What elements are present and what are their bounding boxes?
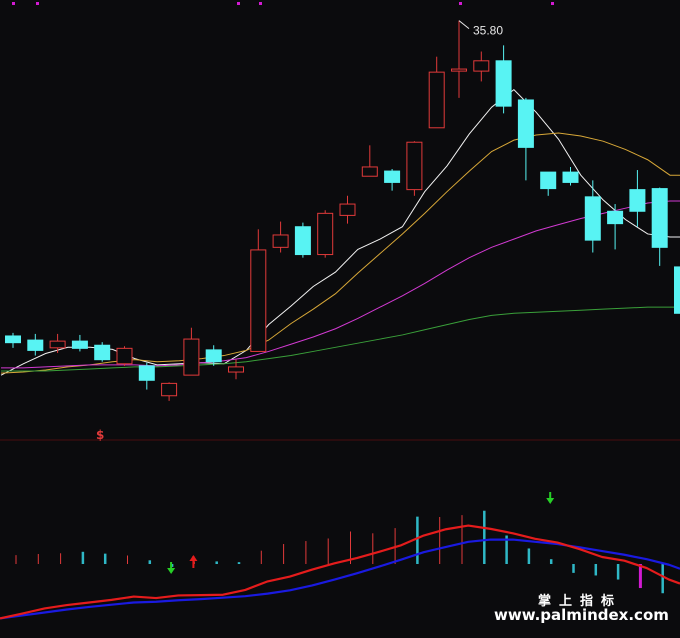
candle-body [205, 349, 222, 363]
candle-4 [94, 342, 111, 362]
candle-body [71, 340, 88, 349]
candle-body [607, 210, 624, 225]
candle-body [294, 226, 311, 256]
candle-13 [294, 222, 311, 258]
candle-body [116, 347, 133, 365]
candle-body [495, 60, 512, 107]
candle-body [317, 212, 334, 256]
top-marker-4 [459, 2, 462, 5]
candle-body [651, 188, 668, 248]
candle-30 [674, 266, 680, 314]
chart-background [0, 0, 680, 638]
candle-body [428, 71, 445, 129]
candle-body [451, 68, 467, 72]
candle-body [49, 340, 66, 349]
candle-body [629, 189, 646, 212]
candle-body [272, 234, 289, 248]
candle-body [138, 365, 155, 381]
candle-body [540, 171, 557, 190]
candle-body [473, 60, 490, 72]
top-marker-1 [36, 2, 39, 5]
candle-body [674, 266, 680, 314]
candle-body [584, 196, 601, 241]
candle-5 [116, 346, 133, 366]
top-marker-2 [237, 2, 240, 5]
signal-dollar-marker: $ [96, 428, 104, 442]
candle-body [406, 141, 423, 191]
top-marker-0 [12, 2, 15, 5]
candle-body [250, 249, 267, 352]
candle-body [339, 203, 356, 216]
candle-body [384, 170, 401, 183]
peak-price-label: 35.80 [473, 24, 503, 38]
stock-chart: 35.80 $ 掌上指标 www.palmindex.com [0, 0, 680, 638]
candle-body [161, 382, 178, 397]
top-marker-3 [259, 2, 262, 5]
candle-body [361, 166, 378, 177]
candle-body [517, 99, 534, 148]
watermark-url: www.palmindex.com [494, 606, 669, 624]
candle-body [5, 335, 21, 344]
candle-14 [317, 210, 334, 258]
candle-body [562, 171, 579, 183]
candle-body [183, 338, 200, 376]
candle-18 [406, 141, 423, 196]
top-marker-5 [551, 2, 554, 5]
candle-body [228, 366, 244, 373]
candle-body [27, 339, 44, 351]
candle-body [94, 344, 111, 361]
